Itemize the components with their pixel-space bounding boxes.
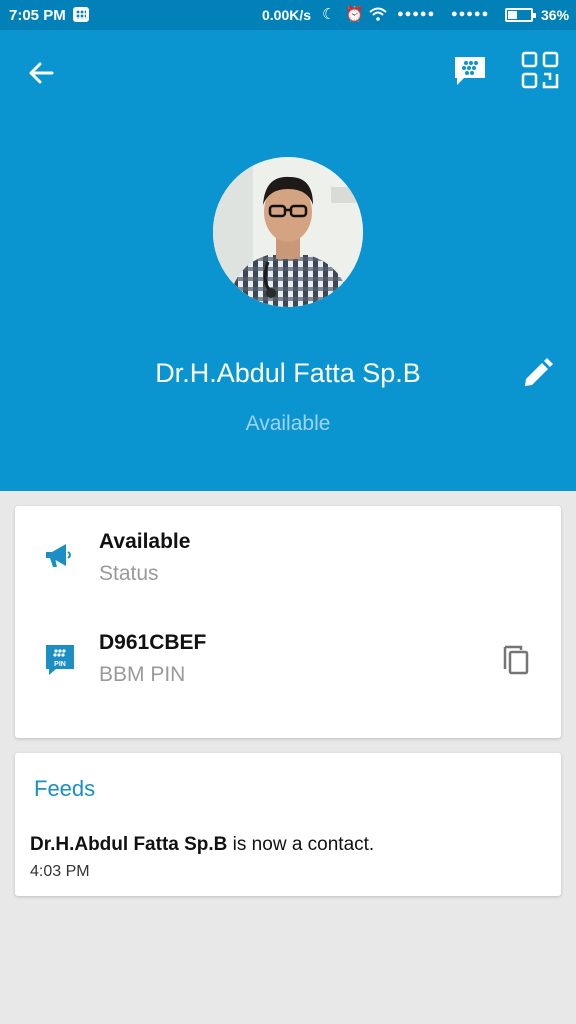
feed-entry-time: 4:03 PM <box>30 863 90 880</box>
avatar <box>213 157 363 307</box>
megaphone-icon <box>46 544 71 567</box>
back-arrow-icon[interactable] <box>22 54 60 92</box>
qr-code-icon[interactable] <box>520 50 560 90</box>
feeds-card: Feeds Dr.H.Abdul Fatta Sp.B is now a con… <box>15 753 561 896</box>
moon-icon: ☾ <box>322 6 336 23</box>
feed-entry-text: is now a contact. <box>227 834 375 855</box>
status-value: Available <box>99 530 191 553</box>
profile-header: Dr.H.Abdul Fatta Sp.B Available <box>0 30 576 491</box>
wifi-icon <box>369 7 387 21</box>
profile-status: Available <box>245 412 331 435</box>
copy-icon[interactable] <box>499 641 535 677</box>
feed-entry-name: Dr.H.Abdul Fatta Sp.B <box>30 834 228 855</box>
bbm-chat-icon[interactable] <box>452 54 488 88</box>
contact-info-card: Available Status PIN D961CBEF BBM PIN <box>15 506 561 738</box>
signal-strength-2: ●●●●● <box>451 8 490 20</box>
status-time: 7:05 PM <box>9 7 66 24</box>
pin-badge-text: PIN <box>54 661 66 668</box>
feeds-title: Feeds <box>34 776 96 801</box>
pin-value[interactable]: D961CBEF <box>99 631 206 655</box>
profile-name: Dr.H.Abdul Fatta Sp.B <box>155 358 421 388</box>
bbm-notification-icon <box>73 7 89 22</box>
status-bar: 7:05 PM 0.00K/s ☾ ⏰ ●●●●● ●●●●● 36% <box>0 0 576 30</box>
battery-percent: 36% <box>541 7 570 23</box>
pin-label: BBM PIN <box>99 663 186 686</box>
battery-icon <box>505 8 536 22</box>
signal-strength-1: ●●●●● <box>397 8 436 20</box>
edit-pencil-icon[interactable] <box>520 357 554 391</box>
status-label: Status <box>99 562 159 585</box>
feed-entry[interactable]: Dr.H.Abdul Fatta Sp.B is now a contact. <box>30 834 374 856</box>
bbm-pin-icon: PIN <box>46 645 74 675</box>
alarm-icon: ⏰ <box>345 6 364 23</box>
network-speed: 0.00K/s <box>262 7 312 23</box>
